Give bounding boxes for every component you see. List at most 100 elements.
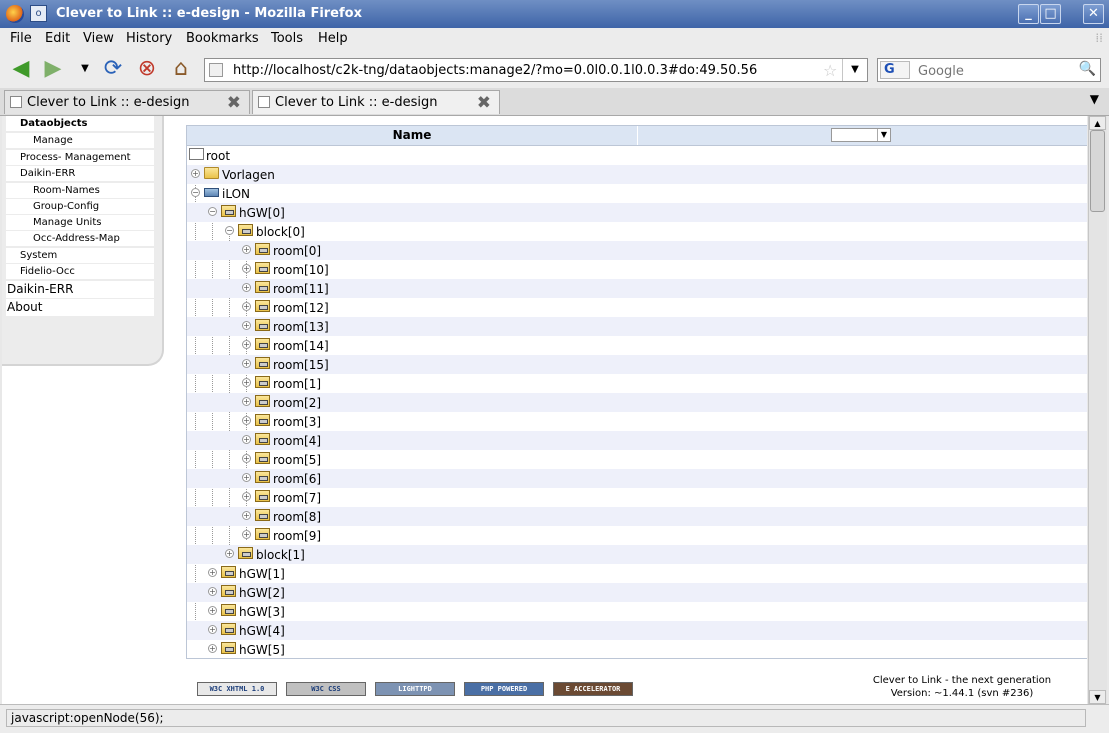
tree-node-label[interactable]: Vorlagen bbox=[222, 168, 275, 182]
url-bar[interactable]: http://localhost/c2k-tng/dataobjects:man… bbox=[204, 58, 868, 82]
sidebar-item-fidelio-occ[interactable]: Fidelio-Occ bbox=[6, 264, 154, 279]
expand-icon[interactable]: + bbox=[242, 454, 251, 463]
search-input[interactable] bbox=[916, 61, 1070, 81]
badge-w3c-css[interactable]: W3C CSS bbox=[286, 682, 366, 696]
tree-node-label[interactable]: hGW[0] bbox=[239, 206, 285, 220]
tree-node-label[interactable]: block[0] bbox=[256, 225, 305, 239]
search-box[interactable]: G 🔍 bbox=[877, 58, 1101, 82]
tree-row-room[interactable]: + room[1] bbox=[187, 374, 1087, 393]
tree-node-label[interactable]: room[14] bbox=[273, 339, 329, 353]
expand-icon[interactable]: + bbox=[242, 359, 251, 368]
search-icon[interactable]: 🔍 bbox=[1079, 61, 1096, 77]
tree-row-room[interactable]: + room[15] bbox=[187, 355, 1087, 374]
tab-list-icon[interactable]: ▼ bbox=[1090, 92, 1099, 106]
url-dropdown-icon[interactable]: ▼ bbox=[842, 59, 867, 81]
minimize-button[interactable]: _ bbox=[1018, 4, 1039, 24]
tree-row-room[interactable]: + room[2] bbox=[187, 393, 1087, 412]
sidebar-item-system[interactable]: System bbox=[6, 248, 154, 263]
menu-help[interactable]: Help bbox=[318, 31, 348, 46]
expand-icon[interactable]: + bbox=[242, 283, 251, 292]
tree-node-label[interactable]: iLON bbox=[222, 187, 250, 201]
expand-icon[interactable]: + bbox=[208, 568, 217, 577]
menu-tools[interactable]: Tools bbox=[271, 31, 303, 46]
tree-node-label[interactable]: hGW[5] bbox=[239, 643, 285, 657]
collapse-icon[interactable]: − bbox=[191, 188, 200, 197]
forward-icon[interactable]: ▶ bbox=[40, 56, 66, 82]
tree-row-room[interactable]: + room[8] bbox=[187, 507, 1087, 526]
tree-node-label[interactable]: room[9] bbox=[273, 529, 321, 543]
expand-icon[interactable]: + bbox=[191, 169, 200, 178]
tree-node-label[interactable]: room[4] bbox=[273, 434, 321, 448]
tree-row-hgw[interactable]: + hGW[3] bbox=[187, 602, 1087, 621]
tab-1[interactable]: Clever to Link :: e-design ✖ bbox=[4, 90, 250, 114]
tree-row-room[interactable]: + room[11] bbox=[187, 279, 1087, 298]
tree-row-block[interactable]: + block[1] bbox=[187, 545, 1087, 564]
tree-row-room[interactable]: + room[10] bbox=[187, 260, 1087, 279]
sidebar-item-dataobjects[interactable]: Dataobjects bbox=[6, 116, 154, 131]
sidebar-item-room-names[interactable]: Room-Names bbox=[6, 183, 154, 198]
badge-php-powered[interactable]: PHP POWERED bbox=[464, 682, 544, 696]
tree-node-label[interactable]: room[7] bbox=[273, 491, 321, 505]
expand-icon[interactable]: + bbox=[208, 587, 217, 596]
tree-node-label[interactable]: room[15] bbox=[273, 358, 329, 372]
badge-eaccelerator[interactable]: E ACCELERATOR bbox=[553, 682, 633, 696]
tree-node-label[interactable]: hGW[4] bbox=[239, 624, 285, 638]
expand-icon[interactable]: + bbox=[242, 378, 251, 387]
tree-node-label[interactable]: room[6] bbox=[273, 472, 321, 486]
badge-w3c-xhtml[interactable]: W3C XHTML 1.0 bbox=[197, 682, 277, 696]
tree-node-label[interactable]: room[11] bbox=[273, 282, 329, 296]
sidebar-item-daikin-err[interactable]: Daikin-ERR bbox=[6, 166, 154, 181]
badge-lighttpd[interactable]: LIGHTTPD bbox=[375, 682, 455, 696]
tree-row-root[interactable]: root bbox=[187, 146, 1087, 165]
tab-2[interactable]: Clever to Link :: e-design ✖ bbox=[252, 90, 500, 114]
expand-icon[interactable]: + bbox=[242, 302, 251, 311]
menu-bookmarks[interactable]: Bookmarks bbox=[186, 31, 259, 46]
maximize-button[interactable]: □ bbox=[1040, 4, 1061, 24]
tree-row-hgw[interactable]: + hGW[1] bbox=[187, 564, 1087, 583]
sidebar-item-occ-address-map[interactable]: Occ-Address-Map bbox=[6, 231, 154, 246]
tree-node-label[interactable]: room[0] bbox=[273, 244, 321, 258]
column-header-name[interactable]: Name bbox=[187, 126, 638, 145]
scroll-up-icon[interactable]: ▲ bbox=[1089, 116, 1106, 130]
tree-node-label[interactable]: block[1] bbox=[256, 548, 305, 562]
expand-icon[interactable]: + bbox=[242, 340, 251, 349]
sidebar-item-group-config[interactable]: Group-Config bbox=[6, 199, 154, 214]
home-icon[interactable]: ⌂ bbox=[168, 56, 194, 82]
tree-node-label[interactable]: room[8] bbox=[273, 510, 321, 524]
menu-view[interactable]: View bbox=[83, 31, 114, 46]
stop-icon[interactable]: ⊗ bbox=[134, 56, 160, 82]
collapse-icon[interactable]: − bbox=[225, 226, 234, 235]
tree-row-room[interactable]: + room[9] bbox=[187, 526, 1087, 545]
vertical-scrollbar[interactable]: ▲ ▼ bbox=[1088, 116, 1107, 704]
expand-icon[interactable]: + bbox=[242, 473, 251, 482]
tree-row-vorlagen[interactable]: + Vorlagen bbox=[187, 165, 1087, 184]
expand-icon[interactable]: + bbox=[242, 264, 251, 273]
sidebar-item-daikin-err-main[interactable]: Daikin-ERR bbox=[6, 281, 154, 298]
history-dropdown-icon[interactable]: ▼ bbox=[72, 56, 98, 82]
tree-row-hgw[interactable]: + hGW[4] bbox=[187, 621, 1087, 640]
scroll-down-icon[interactable]: ▼ bbox=[1089, 690, 1106, 704]
tree-node-label[interactable]: hGW[1] bbox=[239, 567, 285, 581]
bookmark-star-icon[interactable]: ☆ bbox=[823, 61, 837, 80]
tree-node-label[interactable]: room[12] bbox=[273, 301, 329, 315]
expand-icon[interactable]: + bbox=[208, 606, 217, 615]
sidebar-item-manage[interactable]: Manage bbox=[6, 133, 154, 148]
back-icon[interactable]: ◀ bbox=[8, 56, 34, 82]
tree-row-room[interactable]: + room[6] bbox=[187, 469, 1087, 488]
tab-close-icon[interactable]: ✖ bbox=[227, 93, 241, 113]
menu-file[interactable]: File bbox=[10, 31, 32, 46]
scrollbar-thumb[interactable] bbox=[1090, 130, 1105, 212]
tree-node-label[interactable]: room[10] bbox=[273, 263, 329, 277]
sidebar-item-manage-units[interactable]: Manage Units bbox=[6, 215, 154, 230]
menu-history[interactable]: History bbox=[126, 31, 172, 46]
tree-row-room[interactable]: + room[3] bbox=[187, 412, 1087, 431]
tree-node-label[interactable]: root bbox=[206, 149, 230, 163]
tree-row-room[interactable]: + room[4] bbox=[187, 431, 1087, 450]
tree-row-room[interactable]: + room[12] bbox=[187, 298, 1087, 317]
tab-close-icon[interactable]: ✖ bbox=[477, 93, 491, 113]
expand-icon[interactable]: + bbox=[242, 321, 251, 330]
sidebar-item-process-management[interactable]: Process- Management bbox=[6, 150, 154, 165]
expand-icon[interactable]: + bbox=[208, 625, 217, 634]
tree-row-hgw[interactable]: + hGW[2] bbox=[187, 583, 1087, 602]
reload-icon[interactable]: ⟳ bbox=[100, 56, 126, 82]
